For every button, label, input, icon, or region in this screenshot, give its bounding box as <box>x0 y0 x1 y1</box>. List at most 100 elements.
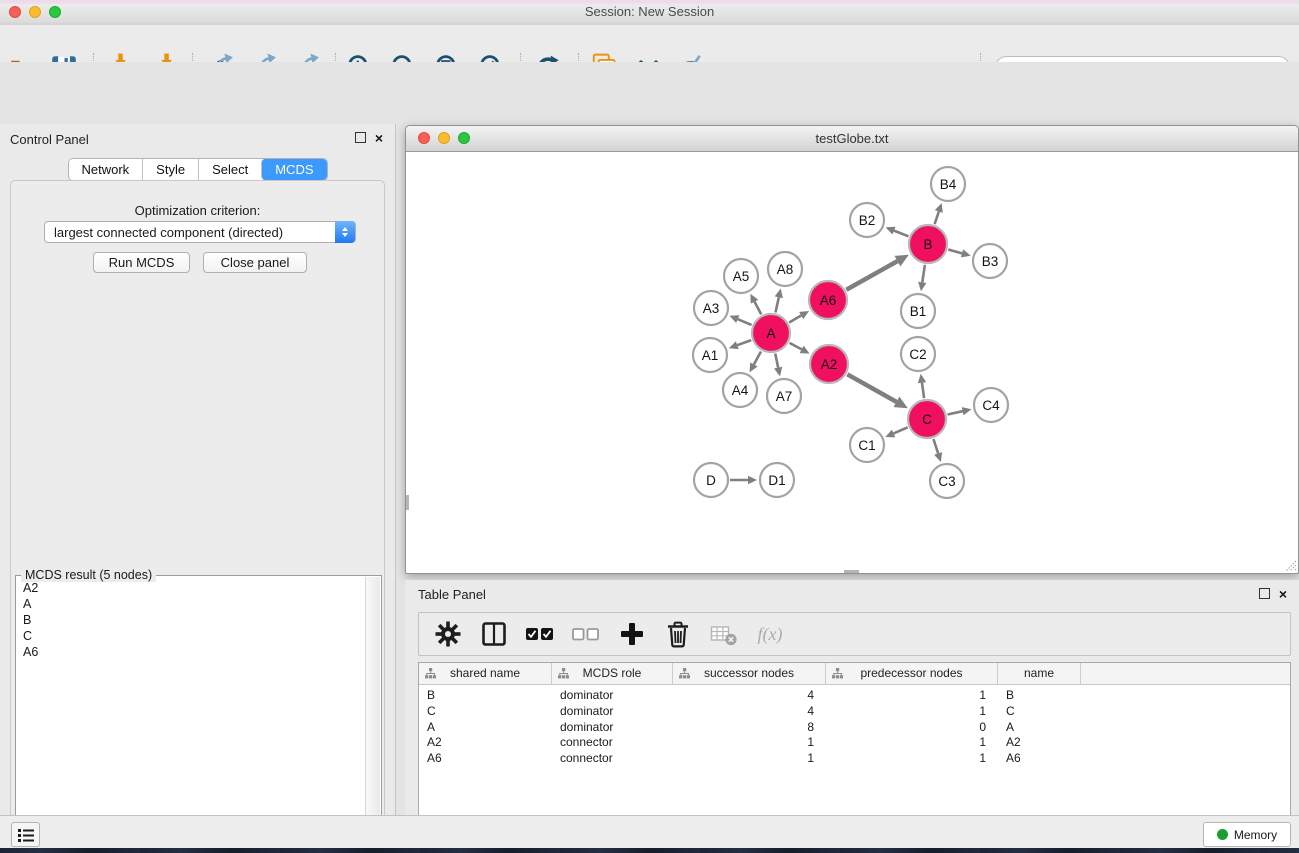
graph-node-A[interactable]: A <box>752 314 790 352</box>
graph-node-A3[interactable]: A3 <box>694 291 728 325</box>
graph-node-A1[interactable]: A1 <box>693 338 727 372</box>
table-cell: A2 <box>419 734 552 750</box>
column-header-name[interactable]: name <box>998 663 1081 684</box>
fx-label: f(x) <box>758 624 783 645</box>
table-cell: 1 <box>826 750 998 766</box>
table-row[interactable]: Cdominator41C <box>419 703 1290 719</box>
settings-icon[interactable] <box>433 619 463 649</box>
table-cell: connector <box>552 750 673 766</box>
graph-node-B4[interactable]: B4 <box>931 167 965 201</box>
graph-node-A7[interactable]: A7 <box>767 379 801 413</box>
control-panel-title: Control Panel <box>10 132 89 147</box>
tab-network[interactable]: Network <box>68 159 142 180</box>
table-panel: Table Panel × f(x) shared nameMCDS roles… <box>405 580 1299 853</box>
svg-text:C2: C2 <box>909 347 926 362</box>
status-bar: Memory <box>0 815 1299 848</box>
column-header-MCDS-role[interactable]: MCDS role <box>552 663 673 684</box>
optimization-criterion-label: Optimization criterion: <box>11 203 384 218</box>
task-history-button[interactable] <box>11 822 40 847</box>
close-table-panel-icon[interactable]: × <box>1279 589 1287 599</box>
svg-text:A1: A1 <box>702 348 719 363</box>
svg-text:A8: A8 <box>777 262 794 277</box>
select-all-checkboxes-icon[interactable] <box>525 619 555 649</box>
delete-row-icon[interactable] <box>663 619 693 649</box>
application-window: Session: New Session Control Panel × Net… <box>0 0 1299 853</box>
mcds-result-scrollbar[interactable] <box>365 577 380 853</box>
table-cell: C <box>998 703 1081 719</box>
table-cell: 1 <box>673 750 826 766</box>
graph-node-C3[interactable]: C3 <box>930 464 964 498</box>
deselect-all-checkboxes-icon[interactable] <box>571 619 601 649</box>
graph-node-D1[interactable]: D1 <box>760 463 794 497</box>
graph-node-A5[interactable]: A5 <box>724 259 758 293</box>
graph-node-C1[interactable]: C1 <box>850 428 884 462</box>
split-panel-icon[interactable] <box>479 619 509 649</box>
tab-mcds[interactable]: MCDS <box>261 159 326 180</box>
svg-text:A5: A5 <box>733 269 750 284</box>
graph-node-D[interactable]: D <box>694 463 728 497</box>
mcds-result-item[interactable]: C <box>17 628 366 644</box>
table-cell: A6 <box>419 750 552 766</box>
column-header-predecessor-nodes[interactable]: predecessor nodes <box>826 663 998 684</box>
graph-node-A8[interactable]: A8 <box>768 252 802 286</box>
table-cell: A2 <box>998 734 1081 750</box>
table-cell: 1 <box>826 687 998 703</box>
mcds-result-item[interactable]: B <box>17 612 366 628</box>
table-cell: A <box>998 719 1081 735</box>
memory-button[interactable]: Memory <box>1203 822 1291 847</box>
mcds-result-item[interactable]: A <box>17 596 366 612</box>
criterion-select[interactable]: largest connected component (directed) <box>44 221 356 243</box>
table-cell: connector <box>552 734 673 750</box>
graph-node-C2[interactable]: C2 <box>901 337 935 371</box>
table-header-row: shared nameMCDS rolesuccessor nodesprede… <box>419 663 1290 685</box>
graph-node-A2[interactable]: A2 <box>810 345 848 383</box>
column-header-shared-name[interactable]: shared name <box>419 663 552 684</box>
mcds-result-item[interactable]: A2 <box>17 580 366 596</box>
tab-select[interactable]: Select <box>198 159 261 180</box>
add-row-icon[interactable] <box>617 619 647 649</box>
left-scroll-indicator[interactable] <box>406 495 409 510</box>
table-cell: 4 <box>673 687 826 703</box>
mcds-result-list[interactable]: A2ABCA6 <box>17 580 366 853</box>
graph-node-B2[interactable]: B2 <box>850 203 884 237</box>
svg-text:D1: D1 <box>768 473 785 488</box>
tab-style[interactable]: Style <box>142 159 198 180</box>
svg-text:A7: A7 <box>776 389 793 404</box>
control-panel-tabs: NetworkStyleSelectMCDS <box>67 158 327 181</box>
close-panel-button[interactable]: Close panel <box>203 252 307 273</box>
graph-node-A6[interactable]: A6 <box>809 281 847 319</box>
mcds-result-group: MCDS result (5 nodes) A2ABCA6 <box>15 575 382 853</box>
svg-text:C1: C1 <box>858 438 875 453</box>
graph-node-A4[interactable]: A4 <box>723 373 757 407</box>
table-cell: 4 <box>673 703 826 719</box>
bottom-scroll-indicator[interactable] <box>844 570 859 573</box>
resize-grip-icon[interactable] <box>1282 557 1297 572</box>
table-row[interactable]: Adominator80A <box>419 719 1290 735</box>
graph-node-C4[interactable]: C4 <box>974 388 1008 422</box>
network-view-window: testGlobe.txt B4 B2 B B3 A8 A5 A6 B1 A3 A C2 A1 A2 A4… <box>405 125 1299 574</box>
delete-table-icon <box>709 619 739 649</box>
close-panel-icon[interactable]: × <box>375 133 383 143</box>
svg-text:B2: B2 <box>859 213 876 228</box>
table-cell: B <box>998 687 1081 703</box>
column-header-successor-nodes[interactable]: successor nodes <box>673 663 826 684</box>
network-window-title: testGlobe.txt <box>406 131 1298 146</box>
network-graph[interactable]: B4 B2 B B3 A8 A5 A6 B1 A3 A C2 A1 A2 A4 A7 C4 C C1 C3 D D1 <box>406 151 1298 572</box>
graph-node-B[interactable]: B <box>909 225 947 263</box>
svg-text:A4: A4 <box>732 383 749 398</box>
svg-text:C4: C4 <box>982 398 1000 413</box>
float-table-panel-icon[interactable] <box>1259 588 1270 599</box>
mcds-result-item[interactable]: A6 <box>17 644 366 660</box>
column-label: successor nodes <box>673 666 825 680</box>
table-row[interactable]: A6connector11A6 <box>419 750 1290 766</box>
table-cell: 0 <box>826 719 998 735</box>
table-row[interactable]: Bdominator41B <box>419 687 1290 703</box>
graph-node-C[interactable]: C <box>908 400 946 438</box>
table-row[interactable]: A2connector11A2 <box>419 734 1290 750</box>
graph-node-B1[interactable]: B1 <box>901 294 935 328</box>
float-panel-icon[interactable] <box>355 132 366 143</box>
network-window-titlebar[interactable]: testGlobe.txt <box>406 126 1298 152</box>
run-mcds-button[interactable]: Run MCDS <box>93 252 190 273</box>
column-label: shared name <box>419 666 551 680</box>
graph-node-B3[interactable]: B3 <box>973 244 1007 278</box>
